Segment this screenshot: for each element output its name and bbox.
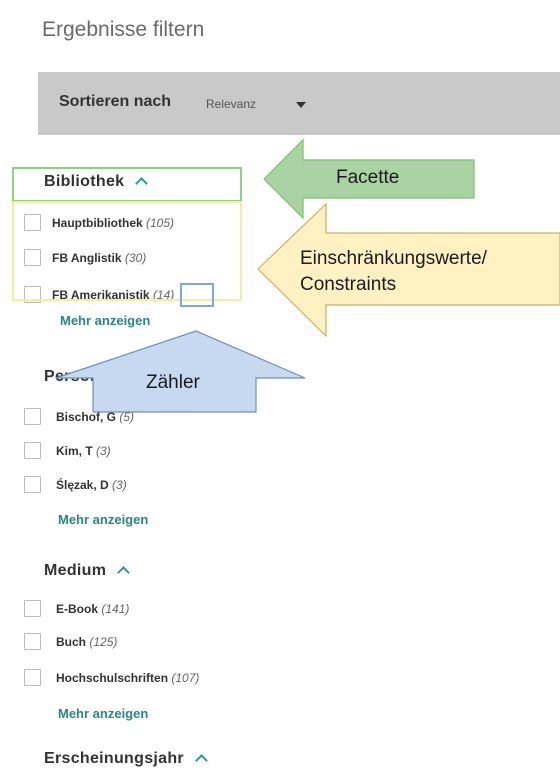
zaehler-callout-label: Zähler — [146, 372, 200, 393]
constraints-callout-label-1: Einschränkungswerte/ — [300, 248, 487, 269]
annotation-arrows — [55, 138, 560, 413]
facette-callout-label: Facette — [336, 167, 400, 188]
constraints-callout-label-2: Constraints — [300, 274, 397, 295]
constraints-arrow — [257, 202, 560, 338]
